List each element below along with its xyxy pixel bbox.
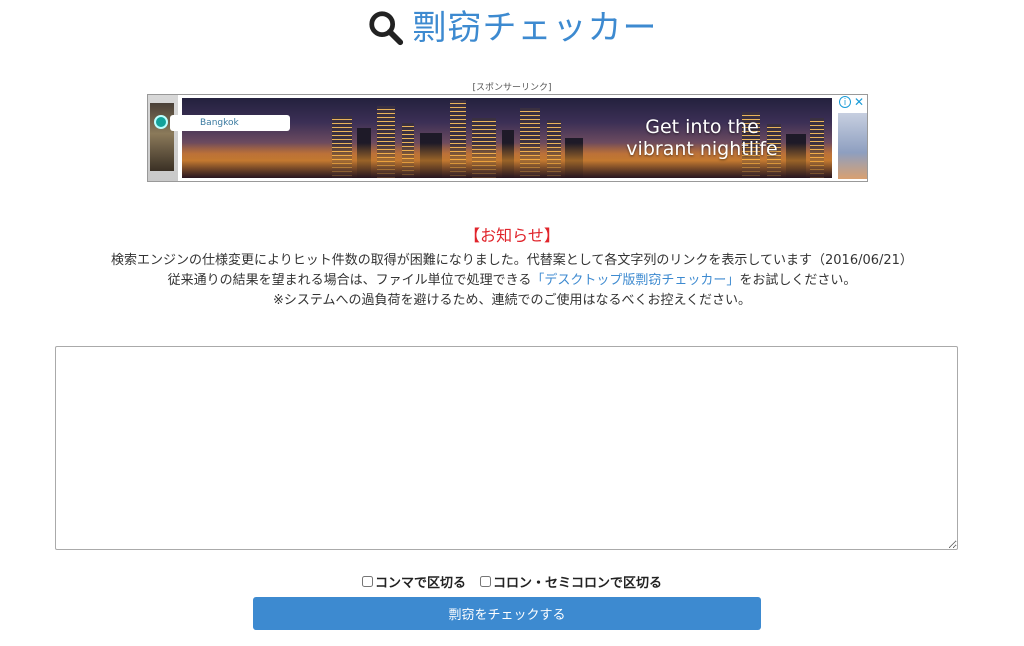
notice-line-2: 従来通りの結果を望まれる場合は、ファイル単位で処理できる「デスクトップ版剽窃チェ… <box>0 269 1024 288</box>
map-pin-icon <box>154 115 168 129</box>
check-plagiarism-button[interactable]: 剽窃をチェックする <box>253 597 761 630</box>
ad-close-icon[interactable]: ✕ <box>854 95 864 109</box>
comma-option-label: コンマで区切る <box>374 576 466 591</box>
sponsor-label: [スポンサーリンク] <box>472 83 552 93</box>
text-input[interactable] <box>55 346 958 550</box>
page-title: 剽窃チェッカー <box>412 8 658 48</box>
notice-line-1: 検索エンジンの仕様変更によりヒット件数の取得が困難になりました。代替案として各文… <box>111 253 913 268</box>
notice-line-2-suffix: をお試しください。 <box>739 273 857 288</box>
ad-location-label: Bangkok <box>200 118 239 128</box>
notice-line-3: ※システムへの過負荷を避けるため、連続でのご使用はなるべくお控えください。 <box>272 293 752 308</box>
desktop-version-link[interactable]: 「デスクトップ版剽窃チェッカー」 <box>531 273 739 288</box>
ad-left-panel <box>148 95 178 181</box>
comma-option[interactable]: コンマで区切る <box>361 572 466 591</box>
colon-option-label: コロン・セミコロンで区切る <box>493 576 663 591</box>
notice-title: 【お知らせ】 <box>464 226 560 245</box>
ad-headline-line2: vibrant nightlife <box>626 138 778 160</box>
separator-options: コンマで区切る コロン・セミコロンで区切る <box>0 572 1024 591</box>
ad-headline: Get into the vibrant nightlife <box>582 116 822 160</box>
ad-left-image <box>150 103 174 171</box>
colon-option[interactable]: コロン・セミコロンで区切る <box>480 572 662 591</box>
ad-info-icon[interactable]: i <box>839 96 851 108</box>
ad-headline-line1: Get into the <box>645 116 759 138</box>
ad-city-image: Get into the vibrant nightlife <box>182 98 832 178</box>
search-icon <box>368 11 403 46</box>
ad-banner[interactable]: Get into the vibrant nightlife Bangkok i… <box>147 94 868 182</box>
comma-checkbox[interactable] <box>361 576 373 587</box>
notice-line-2-text: 従来通りの結果を望まれる場合は、ファイル単位で処理できる <box>167 273 532 288</box>
page-header: 剽窃チェッカー <box>0 6 1024 50</box>
colon-checkbox[interactable] <box>480 576 491 587</box>
ad-right-image <box>838 113 867 179</box>
ad-location-pill: Bangkok <box>170 115 290 131</box>
